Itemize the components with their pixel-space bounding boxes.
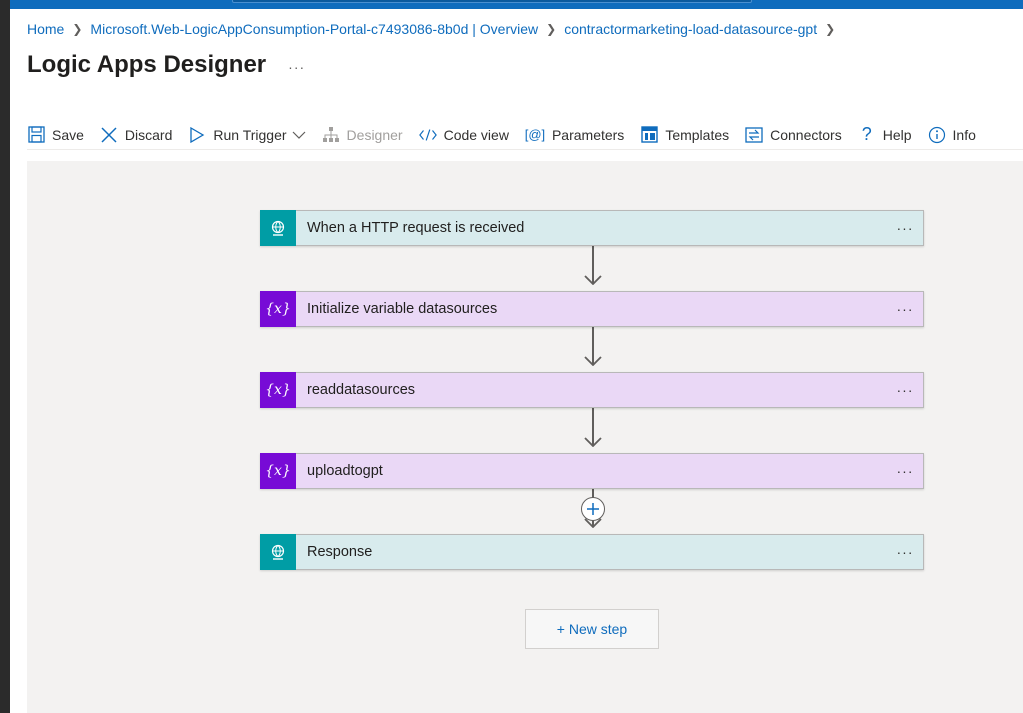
variable-icon: {x} (260, 453, 296, 489)
discard-button[interactable]: Discard (100, 126, 172, 144)
arrow-down-icon (584, 437, 602, 447)
step-readdatasources[interactable]: {x} readdatasources ··· (260, 372, 924, 408)
globe-icon (260, 210, 296, 246)
help-label: Help (882, 126, 912, 143)
arrow-down-icon (584, 356, 602, 366)
more-options-icon[interactable]: ··· (887, 544, 923, 560)
chevron-right-icon: ❯ (72, 22, 83, 36)
variable-icon: {x} (260, 372, 296, 408)
step-title: Response (307, 544, 373, 560)
chevron-right-icon: ❯ (825, 22, 836, 36)
close-icon (100, 126, 118, 144)
discard-label: Discard (124, 126, 173, 143)
templates-label: Templates (665, 126, 730, 143)
step-response[interactable]: Response ··· (260, 534, 924, 570)
more-options-icon[interactable]: ··· (887, 463, 923, 479)
breadcrumb-home[interactable]: Home (27, 21, 64, 37)
chevron-right-icon: ❯ (546, 22, 557, 36)
page-title: Logic Apps Designer (27, 51, 267, 78)
designer-button[interactable]: Designer (322, 126, 403, 144)
arrow-down-icon (584, 275, 602, 285)
templates-button[interactable]: Templates (640, 126, 729, 144)
more-options-icon[interactable]: ··· (887, 220, 923, 236)
plus-icon (587, 503, 599, 515)
parameters-icon: [@] (524, 127, 546, 142)
more-options-icon[interactable]: ··· (288, 55, 305, 75)
step-title: uploadtogpt (307, 463, 383, 479)
run-trigger-button[interactable]: Run Trigger (188, 126, 305, 144)
save-button[interactable]: Save (27, 126, 84, 144)
globe-icon (260, 534, 296, 570)
global-search-box[interactable] (232, 0, 752, 3)
more-options-icon[interactable]: ··· (887, 382, 923, 398)
breadcrumb-workflow[interactable]: contractormarketing-load-datasource-gpt (564, 21, 817, 37)
code-view-button[interactable]: Code view (418, 126, 509, 144)
info-icon (928, 126, 946, 144)
insert-step-plus-button[interactable] (581, 497, 605, 521)
breadcrumb-logic-app-overview[interactable]: Microsoft.Web-LogicAppConsumption-Portal… (90, 21, 538, 37)
connectors-icon (745, 126, 763, 144)
step-http-request-trigger[interactable]: When a HTTP request is received ··· (260, 210, 924, 246)
code-icon (418, 126, 437, 144)
question-mark-icon: ? (861, 124, 872, 144)
variable-icon: {x} (260, 291, 296, 327)
designer-page: Home ❯ Microsoft.Web-LogicAppConsumption… (10, 9, 1023, 713)
breadcrumb: Home ❯ Microsoft.Web-LogicAppConsumption… (27, 21, 835, 37)
connectors-button[interactable]: Connectors (745, 126, 842, 144)
chevron-down-icon (292, 127, 306, 143)
step-initialize-variable[interactable]: {x} Initialize variable datasources ··· (260, 291, 924, 327)
parameters-label: Parameters (551, 126, 625, 143)
templates-icon (640, 126, 658, 144)
step-title: When a HTTP request is received (307, 220, 525, 236)
portal-top-bar (10, 0, 1023, 9)
designer-label: Designer (346, 126, 403, 143)
step-uploadtogpt[interactable]: {x} uploadtogpt ··· (260, 453, 924, 489)
workflow-canvas[interactable]: When a HTTP request is received ··· {x} … (27, 161, 1023, 713)
code-view-label: Code view (443, 126, 509, 143)
help-button[interactable]: ? Help (858, 124, 912, 144)
connectors-label: Connectors (770, 126, 842, 143)
hierarchy-icon (322, 126, 340, 144)
save-icon (27, 126, 45, 144)
info-label: Info (952, 126, 976, 143)
more-options-icon[interactable]: ··· (887, 301, 923, 317)
play-icon (188, 126, 206, 144)
step-title: Initialize variable datasources (307, 301, 498, 317)
run-trigger-label: Run Trigger (213, 126, 287, 143)
designer-toolbar: Save Discard Run Trigger Designer Code v… (27, 120, 1023, 150)
title-row: Logic Apps Designer ··· (27, 51, 305, 79)
new-step-button[interactable]: + New step (525, 609, 659, 649)
save-label: Save (52, 126, 84, 143)
step-title: readdatasources (307, 382, 416, 398)
info-button[interactable]: Info (928, 126, 976, 144)
left-edge-strip (0, 0, 10, 713)
parameters-button[interactable]: [@] Parameters (524, 126, 625, 144)
